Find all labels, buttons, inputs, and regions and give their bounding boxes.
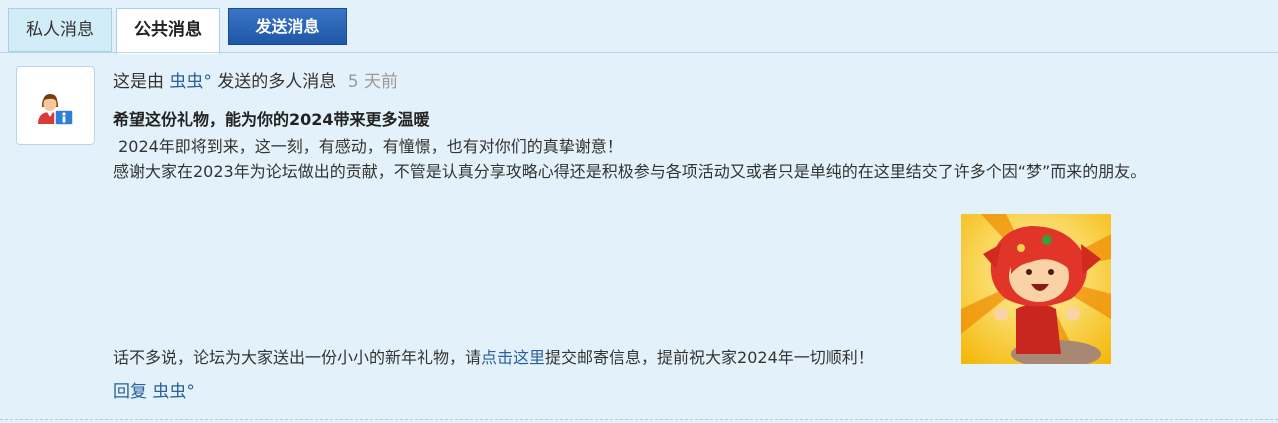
tabs-divider [0,52,1278,53]
tab-private-messages[interactable]: 私人消息 [8,8,112,52]
cartoon-character-image [961,214,1111,364]
reply-row: 回复 虫虫° [113,380,195,404]
gift-text-after: 提交邮寄信息，提前祝大家2024年一切顺利！ [545,348,874,367]
reply-name-link[interactable]: 虫虫° [152,382,195,402]
meta-prefix: 这是由 [113,72,164,92]
message-divider [0,419,1278,420]
user-info-icon [38,94,74,126]
gift-text-before: 话不多说，论坛为大家送出一份小小的新年礼物，请 [113,348,482,367]
reply-link[interactable]: 回复 [113,382,147,402]
sender-link[interactable]: 虫虫° [169,72,212,92]
message-title: 希望这份礼物，能为你的2024带来更多温暖 [113,110,430,129]
message-body-line-3: 话不多说，论坛为大家送出一份小小的新年礼物，请点击这里提交邮寄信息，提前祝大家2… [113,346,874,370]
avatar[interactable] [16,66,95,145]
send-message-button[interactable]: 发送消息 [228,8,347,45]
message-body-line-2: 感谢大家在2023年为论坛做出的贡献，不管是认真分享攻略心得还是积极参与各项活动… [113,162,1147,181]
tab-public-messages[interactable]: 公共消息 [116,8,220,54]
message-time: 5 天前 [347,72,398,92]
message-tabs: 私人消息 公共消息 发送消息 [0,0,1278,54]
message-body-line-1: 2024年即将到来，这一刻，有感动，有憧憬，也有对你们的真挚谢意！ [113,137,623,156]
click-here-link[interactable]: 点击这里 [481,348,545,367]
message-meta: 这是由 虫虫° 发送的多人消息 5 天前 [113,70,398,94]
meta-suffix: 发送的多人消息 [217,72,337,92]
